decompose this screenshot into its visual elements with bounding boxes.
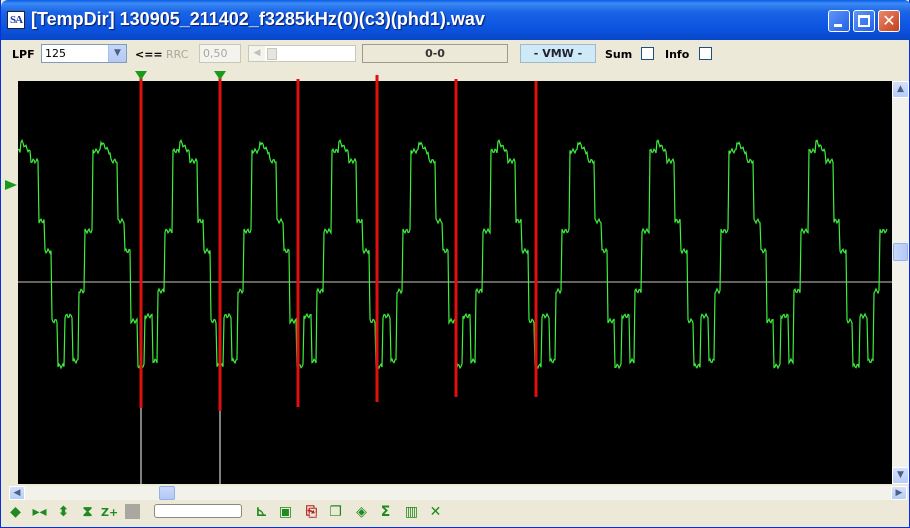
step-icon[interactable]: ⊾	[253, 504, 270, 521]
clipboard-copy-icon[interactable]: ⎘	[303, 504, 320, 521]
scope-svg[interactable]	[1, 68, 910, 486]
sigma-icon[interactable]: Σ	[377, 504, 394, 521]
rrc-input[interactable]: 0,50	[199, 44, 241, 63]
rrc-slider[interactable]: ◀	[248, 45, 356, 62]
scroll-right-icon[interactable]: ▶	[891, 486, 907, 500]
stop-square-icon[interactable]	[125, 504, 140, 519]
scope-panel: ▲ ▼	[1, 68, 910, 486]
rrc-label: RRC	[166, 48, 189, 61]
cursor-b-icon[interactable]	[214, 71, 226, 80]
bars-icon[interactable]: ▥	[403, 504, 420, 521]
progress-bar	[154, 504, 242, 518]
step-alt-icon[interactable]: ▣	[277, 504, 294, 521]
info-checkbox[interactable]	[699, 47, 712, 60]
app-icon[interactable]: SA	[7, 11, 25, 29]
info-label: Info	[665, 48, 690, 61]
maximize-icon	[858, 15, 870, 27]
maximize-button[interactable]	[853, 10, 875, 32]
lpf-label: LPF	[12, 48, 35, 61]
level-marker-icon[interactable]	[5, 180, 17, 190]
horizontal-scroll-thumb[interactable]	[159, 486, 175, 500]
arrow-button[interactable]: <==	[135, 48, 163, 61]
zoom-plus-icon[interactable]: Z+	[101, 504, 118, 521]
mode-indicator[interactable]: - VMW -	[520, 44, 596, 63]
zoom-in-vertical-icon[interactable]: ⧗	[79, 504, 96, 521]
vertical-scrollbar[interactable]: ▲ ▼	[892, 81, 909, 484]
position-readout: 0-0	[362, 44, 508, 63]
horizontal-scrollbar[interactable]: ◀ ▶	[9, 486, 907, 500]
app-window: SA [TempDir] 130905_211402_f3285kHz(0)(c…	[0, 0, 910, 528]
scroll-up-icon[interactable]: ▲	[892, 81, 909, 98]
cross-arrows-icon[interactable]: ✕	[427, 504, 444, 521]
scroll-left-icon[interactable]: ◀	[9, 486, 25, 500]
bottom-toolbar: ◆ ▸◂ ⬍ ⧗ Z+ ⊾ ▣ ⎘ ❐ ◈ Σ ▥ ✕	[1, 500, 910, 528]
chevron-down-icon[interactable]: ▼	[108, 45, 126, 62]
sum-label: Sum	[605, 48, 633, 61]
diamond-icon[interactable]: ◈	[353, 504, 370, 521]
pan-vertical-icon[interactable]: ⬍	[55, 504, 72, 521]
title-bar[interactable]: SA [TempDir] 130905_211402_f3285kHz(0)(c…	[1, 0, 910, 40]
slider-left-icon[interactable]: ◀	[249, 46, 265, 61]
scroll-down-icon[interactable]: ▼	[892, 467, 909, 484]
zoom-in-horizontal-icon[interactable]: ▸◂	[31, 504, 48, 521]
lpf-select[interactable]: 125 ▼	[41, 44, 127, 63]
close-icon: ✕	[882, 11, 896, 30]
minimize-button[interactable]	[828, 10, 850, 32]
close-button[interactable]: ✕	[878, 10, 900, 32]
window-title: [TempDir] 130905_211402_f3285kHz(0)(c3)(…	[31, 9, 485, 29]
copy-icon[interactable]: ❐	[327, 504, 344, 521]
top-toolbar: LPF 125 ▼ <== RRC 0,50 ◀ 0-0 - VMW - Sum…	[5, 42, 905, 68]
vertical-scroll-thumb[interactable]	[893, 243, 908, 261]
sum-checkbox[interactable]	[641, 47, 654, 60]
pan-horizontal-icon[interactable]: ◆	[7, 504, 24, 521]
cursor-a-icon[interactable]	[135, 71, 147, 80]
lpf-value: 125	[45, 47, 66, 60]
minimize-icon	[834, 24, 842, 27]
slider-thumb[interactable]	[267, 48, 277, 60]
